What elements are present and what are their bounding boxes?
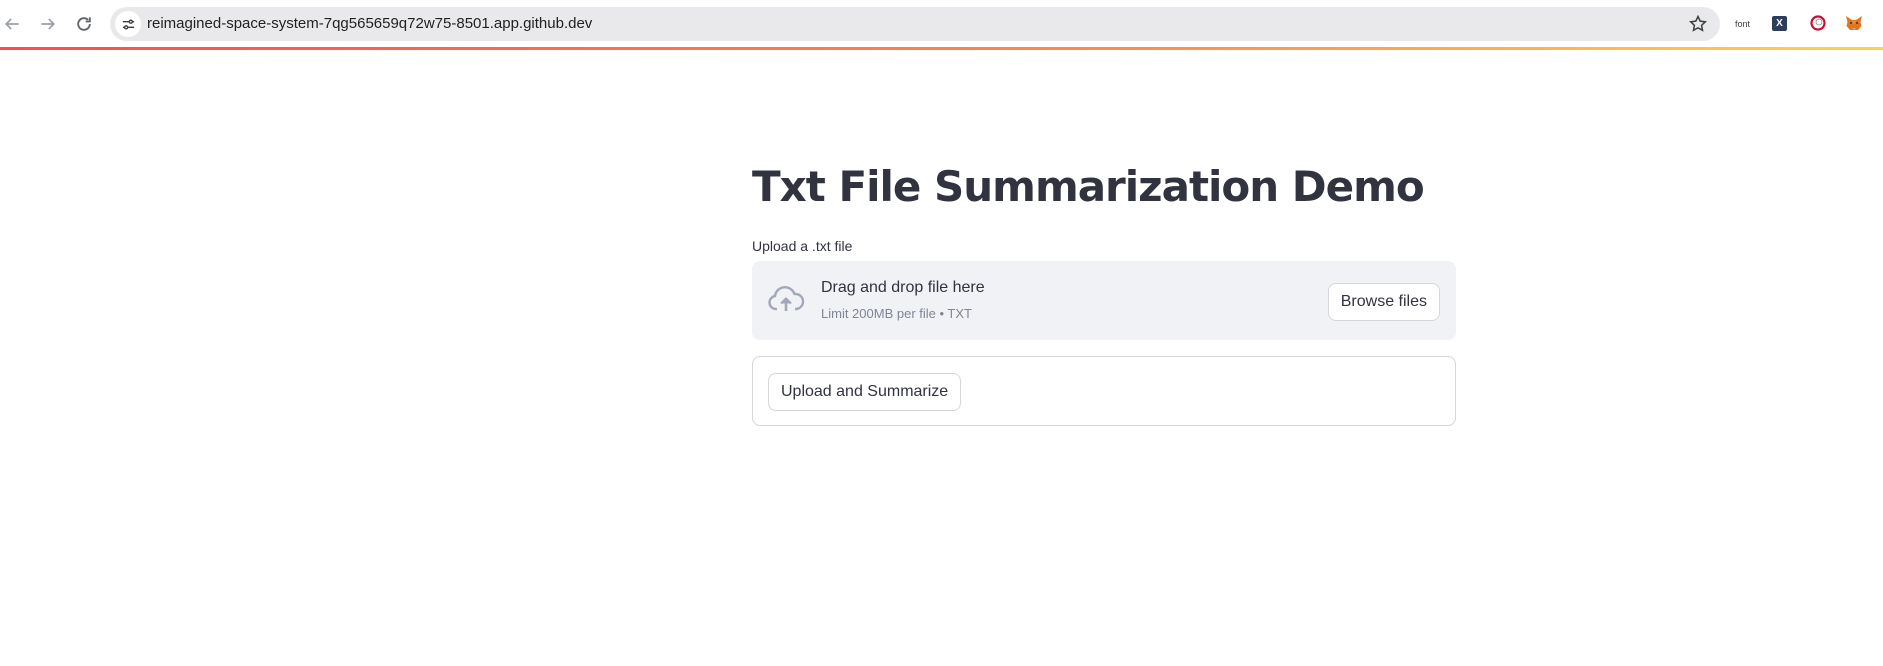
reload-icon: [77, 17, 91, 31]
browse-files-button[interactable]: Browse files: [1327, 283, 1440, 321]
tune-icon: [122, 18, 134, 30]
summarize-form: Upload and Summarize: [752, 356, 1456, 426]
cloud-upload-icon: [768, 286, 805, 311]
upload-and-summarize-button[interactable]: Upload and Summarize: [768, 373, 962, 411]
arrow-left-icon: [4, 18, 19, 30]
page-title: Txt File Summarization Demo: [752, 162, 1425, 211]
browser-toolbar: reimagined-space-system-7qg565659q72w75-…: [0, 0, 1883, 48]
app-accent-bar: [0, 47, 1883, 50]
dropzone-limit-text: Limit 200MB per file • TXT: [821, 306, 972, 321]
bookmark-star-icon[interactable]: [1688, 14, 1708, 34]
forward-button[interactable]: [36, 12, 60, 36]
file-dropzone[interactable]: Drag and drop file here Limit 200MB per …: [752, 261, 1456, 340]
x-extension-icon[interactable]: X: [1772, 16, 1787, 31]
font-extension-icon[interactable]: font: [1735, 13, 1750, 35]
upload-label: Upload a .txt file: [752, 238, 853, 254]
url-text[interactable]: reimagined-space-system-7qg565659q72w75-…: [147, 7, 592, 41]
metamask-fox-icon[interactable]: [1845, 14, 1863, 32]
reload-button[interactable]: [72, 12, 96, 36]
address-bar[interactable]: reimagined-space-system-7qg565659q72w75-…: [110, 7, 1720, 41]
ring-extension-icon[interactable]: [1810, 15, 1826, 31]
dropzone-title: Drag and drop file here: [821, 279, 985, 296]
site-info-button[interactable]: [115, 11, 141, 37]
arrow-right-icon: [41, 18, 56, 30]
back-button[interactable]: [0, 12, 24, 36]
